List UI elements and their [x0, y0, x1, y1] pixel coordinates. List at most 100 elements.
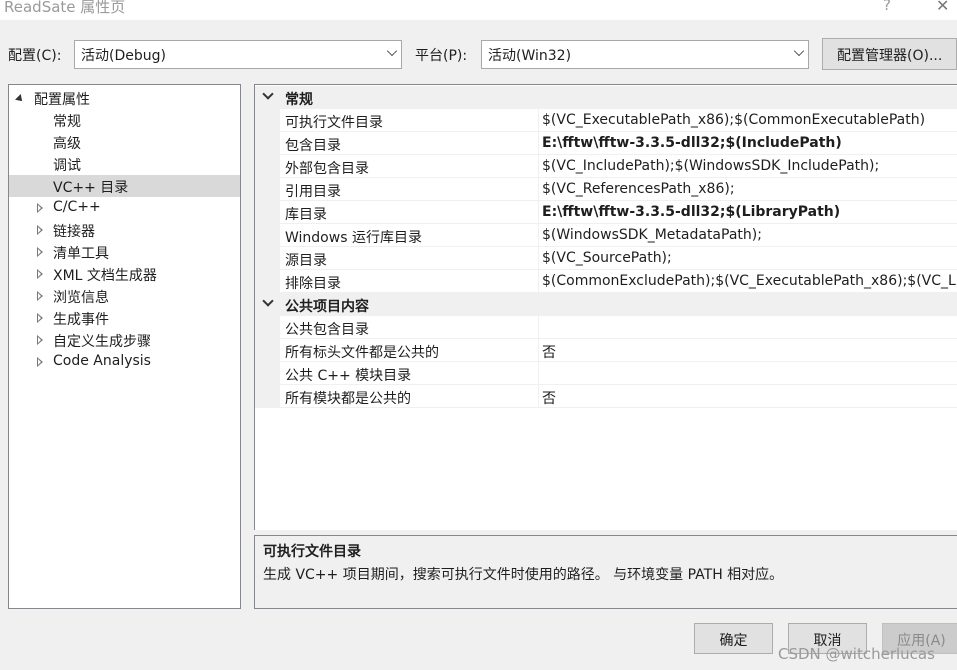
tree-item-label: XML 文档生成器: [53, 268, 157, 284]
ok-button[interactable]: 确定: [694, 623, 773, 654]
property-name: 库目录: [285, 207, 327, 223]
property-value[interactable]: $(CommonExcludePath);$(VC_ExecutablePath…: [542, 273, 956, 289]
chevron-down-icon[interactable]: [262, 88, 274, 100]
tree-item-label: 常规: [53, 114, 81, 130]
grid-category[interactable]: 常规: [255, 86, 957, 109]
property-name: 外部包含目录: [285, 161, 369, 177]
tree-item[interactable]: 浏览信息: [9, 285, 240, 307]
collapsed-triangle-icon[interactable]: [37, 269, 43, 279]
collapsed-triangle-icon[interactable]: [37, 203, 43, 213]
row-gutter: [255, 270, 280, 293]
tree-item[interactable]: Code Analysis: [9, 351, 240, 373]
tree-item[interactable]: 高级: [9, 131, 240, 153]
tree-item[interactable]: 自定义生成步骤: [9, 329, 240, 351]
help-icon[interactable]: ?: [883, 0, 891, 14]
grid-row[interactable]: 源目录 $(VC_SourcePath);: [255, 247, 957, 270]
row-gutter: [255, 316, 280, 339]
tree-item[interactable]: XML 文档生成器: [9, 263, 240, 285]
grid-category[interactable]: 公共项目内容: [255, 293, 957, 316]
row-gutter: [255, 178, 280, 201]
property-name: 所有模块都是公共的: [285, 391, 411, 407]
config-dropdown[interactable]: 活动(Debug): [74, 40, 402, 69]
property-value[interactable]: $(VC_IncludePath);$(WindowsSDK_IncludePa…: [542, 158, 879, 174]
tree-item[interactable]: 清单工具: [9, 241, 240, 263]
chevron-down-icon[interactable]: [262, 295, 274, 307]
column-divider: [538, 109, 539, 132]
row-gutter: [255, 132, 280, 155]
property-value[interactable]: 否: [542, 342, 556, 362]
collapsed-triangle-icon[interactable]: [37, 335, 43, 345]
column-divider: [538, 362, 539, 385]
collapsed-triangle-icon[interactable]: [37, 291, 43, 301]
property-value[interactable]: $(VC_SourcePath);: [542, 250, 672, 266]
platform-value: 活动(Win32): [488, 48, 572, 64]
grid-category-title: 公共项目内容: [285, 299, 369, 315]
property-value[interactable]: 否: [542, 388, 556, 408]
collapsed-triangle-icon[interactable]: [37, 313, 43, 323]
description-panel: 可执行文件目录 生成 VC++ 项目期间，搜索可执行文件时使用的路径。 与环境变…: [254, 535, 957, 609]
property-name: Windows 运行库目录: [285, 230, 422, 246]
row-gutter: [255, 362, 280, 385]
property-grid: 常规可执行文件目录 $(VC_ExecutablePath_x86);$(Comm…: [254, 84, 957, 530]
column-divider: [538, 339, 539, 362]
column-divider: [538, 178, 539, 201]
property-value[interactable]: $(VC_ReferencesPath_x86);: [542, 181, 735, 197]
tree-item-label: 自定义生成步骤: [53, 334, 151, 350]
row-gutter: [255, 155, 280, 178]
tree-root-config-properties[interactable]: 配置属性: [9, 87, 240, 109]
config-label: 配置(C):: [8, 48, 62, 64]
row-gutter: [255, 339, 280, 362]
config-manager-button[interactable]: 配置管理器(O)...: [822, 38, 957, 70]
grid-row[interactable]: 公共包含目录: [255, 316, 957, 339]
grid-category-title: 常规: [285, 92, 313, 108]
close-icon[interactable]: ✕: [936, 0, 949, 15]
property-value[interactable]: E:\fftw\fftw-3.3.5-dll32;$(IncludePath): [542, 135, 842, 151]
column-divider: [538, 316, 539, 339]
grid-row[interactable]: 所有标头文件都是公共的 否: [255, 339, 957, 362]
tree-item[interactable]: 生成事件: [9, 307, 240, 329]
property-name: 公共包含目录: [285, 322, 369, 338]
row-gutter: [255, 224, 280, 247]
platform-label: 平台(P):: [415, 48, 468, 64]
column-divider: [538, 247, 539, 270]
tree-item-label: Code Analysis: [53, 353, 151, 369]
window-title: ReadSate 属性页: [4, 0, 126, 16]
tree-item-label: 浏览信息: [53, 290, 109, 306]
tree-item[interactable]: 调试: [9, 153, 240, 175]
collapsed-triangle-icon[interactable]: [37, 357, 43, 367]
grid-row[interactable]: 所有模块都是公共的 否: [255, 385, 957, 408]
property-name: 源目录: [285, 253, 327, 269]
tree-item[interactable]: 常规: [9, 109, 240, 131]
tree-item-label: 生成事件: [53, 312, 109, 328]
grid-row[interactable]: 包含目录 E:\fftw\fftw-3.3.5-dll32;$(IncludePa…: [255, 132, 957, 155]
grid-row[interactable]: 外部包含目录 $(VC_IncludePath);$(WindowsSDK_Inc…: [255, 155, 957, 178]
tree-item[interactable]: 链接器: [9, 219, 240, 241]
chevron-down-icon: [386, 45, 398, 57]
tree-item[interactable]: C/C++: [9, 197, 240, 219]
property-value[interactable]: $(WindowsSDK_MetadataPath);: [542, 227, 762, 243]
column-divider: [538, 224, 539, 247]
property-name: 所有标头文件都是公共的: [285, 345, 439, 361]
expanded-triangle-icon[interactable]: [15, 94, 25, 104]
grid-row[interactable]: 库目录 E:\fftw\fftw-3.3.5-dll32;$(LibraryPat…: [255, 201, 957, 224]
collapsed-triangle-icon[interactable]: [37, 225, 43, 235]
property-name: 包含目录: [285, 138, 341, 154]
tree-item-label: 清单工具: [53, 246, 109, 262]
grid-row[interactable]: 公共 C++ 模块目录: [255, 362, 957, 385]
column-divider: [538, 385, 539, 408]
property-value[interactable]: E:\fftw\fftw-3.3.5-dll32;$(LibraryPath): [542, 204, 840, 220]
tree-item-label: C/C++: [53, 199, 101, 215]
grid-row[interactable]: 引用目录 $(VC_ReferencesPath_x86);: [255, 178, 957, 201]
tree-item[interactable]: VC++ 目录: [9, 175, 240, 197]
grid-row[interactable]: 可执行文件目录 $(VC_ExecutablePath_x86);$(Common…: [255, 109, 957, 132]
description-title: 可执行文件目录: [263, 544, 361, 560]
property-value[interactable]: $(VC_ExecutablePath_x86);$(CommonExecuta…: [542, 112, 925, 128]
platform-dropdown[interactable]: 活动(Win32): [481, 40, 809, 69]
collapsed-triangle-icon[interactable]: [37, 247, 43, 257]
grid-row[interactable]: Windows 运行库目录 $(WindowsSDK_MetadataPath);: [255, 224, 957, 247]
column-divider: [538, 132, 539, 155]
property-name: 可执行文件目录: [285, 115, 383, 131]
grid-row[interactable]: 排除目录 $(CommonExcludePath);$(VC_Executable…: [255, 270, 957, 293]
tree-item-label: 高级: [53, 136, 81, 152]
property-name: 排除目录: [285, 276, 341, 292]
